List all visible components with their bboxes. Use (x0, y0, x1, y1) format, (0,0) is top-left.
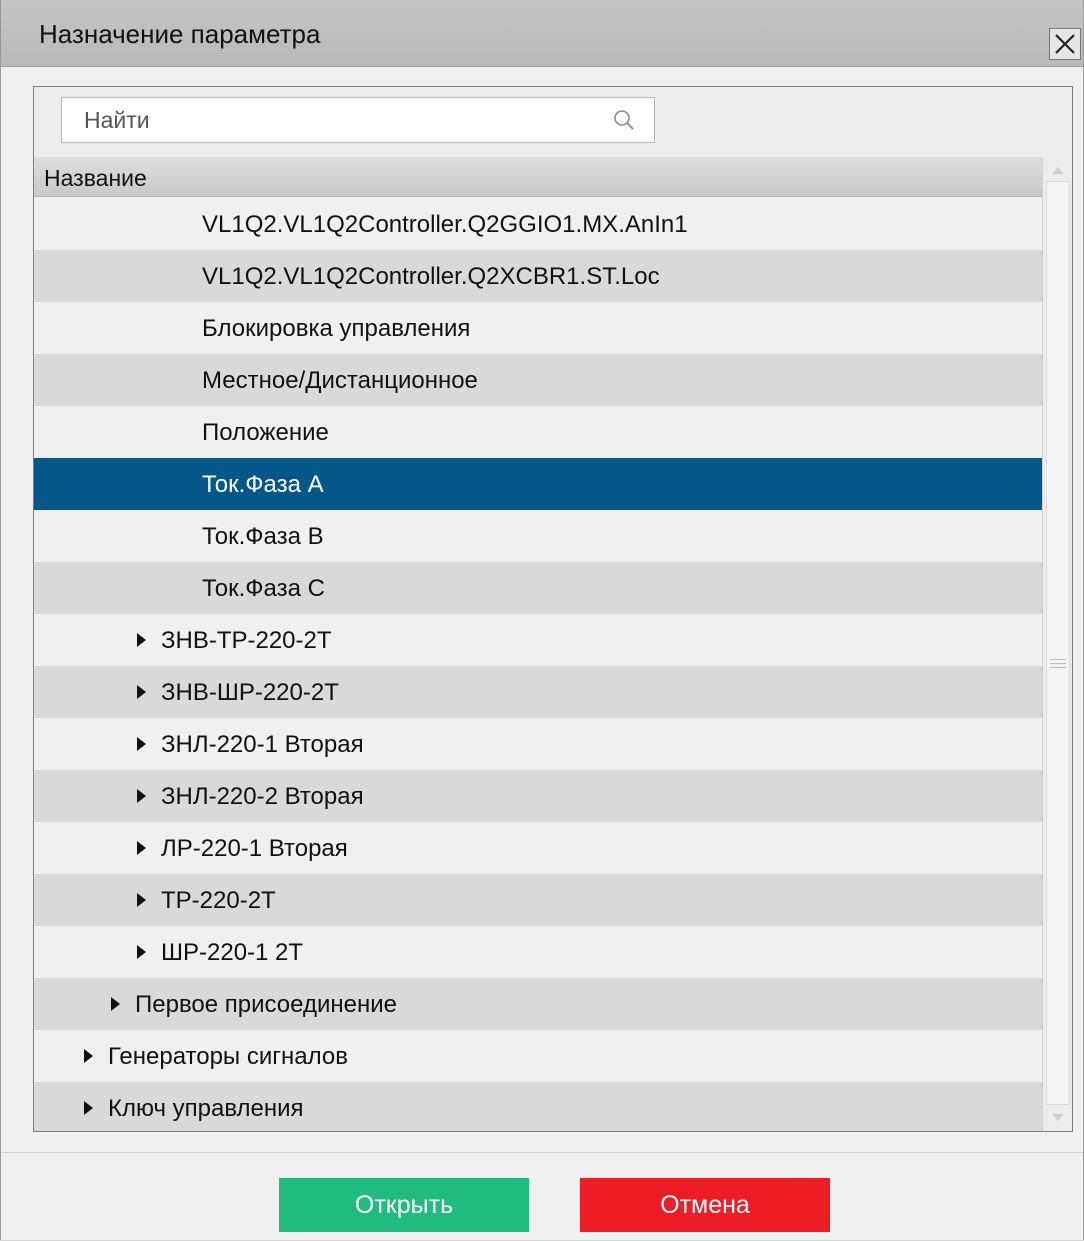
search-input[interactable] (72, 102, 616, 138)
expand-arrow-icon[interactable] (137, 945, 146, 959)
dialog-footer: Открыть Отмена (1, 1152, 1083, 1241)
tree-row-label: ЗНВ-ШР-220-2Т (161, 679, 339, 706)
tree-row-label: ШР-220-1 2Т (161, 939, 304, 966)
tree-row-label: ТР-220-2Т (161, 887, 276, 914)
scrollbar-grip-icon (1050, 659, 1066, 671)
tree-row[interactable]: ЗНЛ-220-1 Вторая (34, 718, 1042, 770)
expand-arrow-icon[interactable] (137, 633, 146, 647)
tree-row[interactable]: Блокировка управления (34, 302, 1042, 354)
tree-row-label: ЗНЛ-220-1 Вторая (161, 731, 364, 758)
tree-row[interactable]: Генераторы сигналов (34, 1030, 1042, 1082)
tree-row-label: Ключ управления (108, 1095, 304, 1122)
tree-row-label: VL1Q2.VL1Q2Controller.Q2XCBR1.ST.Loc (202, 263, 660, 290)
expand-arrow-icon[interactable] (84, 1049, 93, 1063)
tree-row-label: Ток.Фаза В (202, 523, 324, 550)
tree-list: VL1Q2.VL1Q2Controller.Q2GGIO1.MX.AnIn1 VL… (34, 198, 1042, 1131)
close-icon (1055, 34, 1075, 54)
expand-arrow-icon[interactable] (84, 1101, 93, 1115)
tree-row-label: ЗНЛ-220-2 Вторая (161, 783, 364, 810)
tree-row-label: Ток.Фаза А (202, 471, 324, 498)
tree-row[interactable]: Местное/Дистанционное (34, 354, 1042, 406)
scroll-up-arrow-icon[interactable] (1051, 165, 1065, 175)
parameter-tree-panel: Название VL1Q2.VL1Q2Controller.Q2GGIO1.M… (33, 86, 1073, 1132)
tree-row-label: Блокировка управления (202, 315, 471, 342)
scroll-down-arrow-icon[interactable] (1051, 1113, 1065, 1123)
tree-row[interactable]: Первое присоединение (34, 978, 1042, 1030)
expand-arrow-icon[interactable] (111, 997, 120, 1011)
expand-arrow-icon[interactable] (137, 841, 146, 855)
tree-row[interactable]: ЛР-220-1 Вторая (34, 822, 1042, 874)
expand-arrow-icon[interactable] (137, 737, 146, 751)
expand-arrow-icon[interactable] (137, 685, 146, 699)
tree-row[interactable]: ШР-220-1 2Т (34, 926, 1042, 978)
tree-row-label: Ток.Фаза С (202, 575, 325, 602)
tree-row-label: Генераторы сигналов (108, 1043, 348, 1070)
tree-row-label: Положение (202, 419, 329, 446)
tree-row[interactable]: VL1Q2.VL1Q2Controller.Q2GGIO1.MX.AnIn1 (34, 198, 1042, 250)
tree-row[interactable]: ТР-220-2Т (34, 874, 1042, 926)
column-header-name[interactable]: Название (34, 157, 1042, 197)
close-button[interactable] (1049, 28, 1081, 60)
tree-row[interactable]: Положение (34, 406, 1042, 458)
expand-arrow-icon[interactable] (137, 789, 146, 803)
tree-row[interactable]: ЗНВ-ШР-220-2Т (34, 666, 1042, 718)
tree-row[interactable]: ЗНЛ-220-2 Вторая (34, 770, 1042, 822)
tree-row-label: Первое присоединение (135, 991, 397, 1018)
tree-row[interactable]: Ток.Фаза А (34, 458, 1042, 510)
tree-row[interactable]: ЗНВ-ТР-220-2Т (34, 614, 1042, 666)
column-header-label: Название (44, 165, 147, 191)
tree-row-label: VL1Q2.VL1Q2Controller.Q2GGIO1.MX.AnIn1 (202, 211, 688, 238)
open-button[interactable]: Открыть (279, 1178, 529, 1232)
expand-arrow-icon[interactable] (137, 893, 146, 907)
tree-row[interactable]: Ток.Фаза В (34, 510, 1042, 562)
tree-row-label: ЛР-220-1 Вторая (161, 835, 348, 862)
title-bar[interactable]: Назначение параметра (1, 0, 1083, 67)
tree-row-label: Местное/Дистанционное (202, 367, 478, 394)
dialog-title: Назначение параметра (39, 19, 321, 49)
vertical-scrollbar[interactable] (1042, 157, 1072, 1131)
assign-parameter-dialog: Назначение параметра Название VL1Q2.VL1Q… (0, 0, 1084, 1240)
tree-row[interactable]: VL1Q2.VL1Q2Controller.Q2XCBR1.ST.Loc (34, 250, 1042, 302)
tree-row-label: ЗНВ-ТР-220-2Т (161, 627, 332, 654)
search-icon[interactable] (612, 108, 636, 132)
cancel-button[interactable]: Отмена (580, 1178, 830, 1232)
search-box[interactable] (61, 97, 655, 143)
tree-row[interactable]: Ток.Фаза С (34, 562, 1042, 614)
tree-row[interactable]: Ключ управления (34, 1082, 1042, 1131)
scrollbar-thumb[interactable] (1046, 181, 1070, 1105)
